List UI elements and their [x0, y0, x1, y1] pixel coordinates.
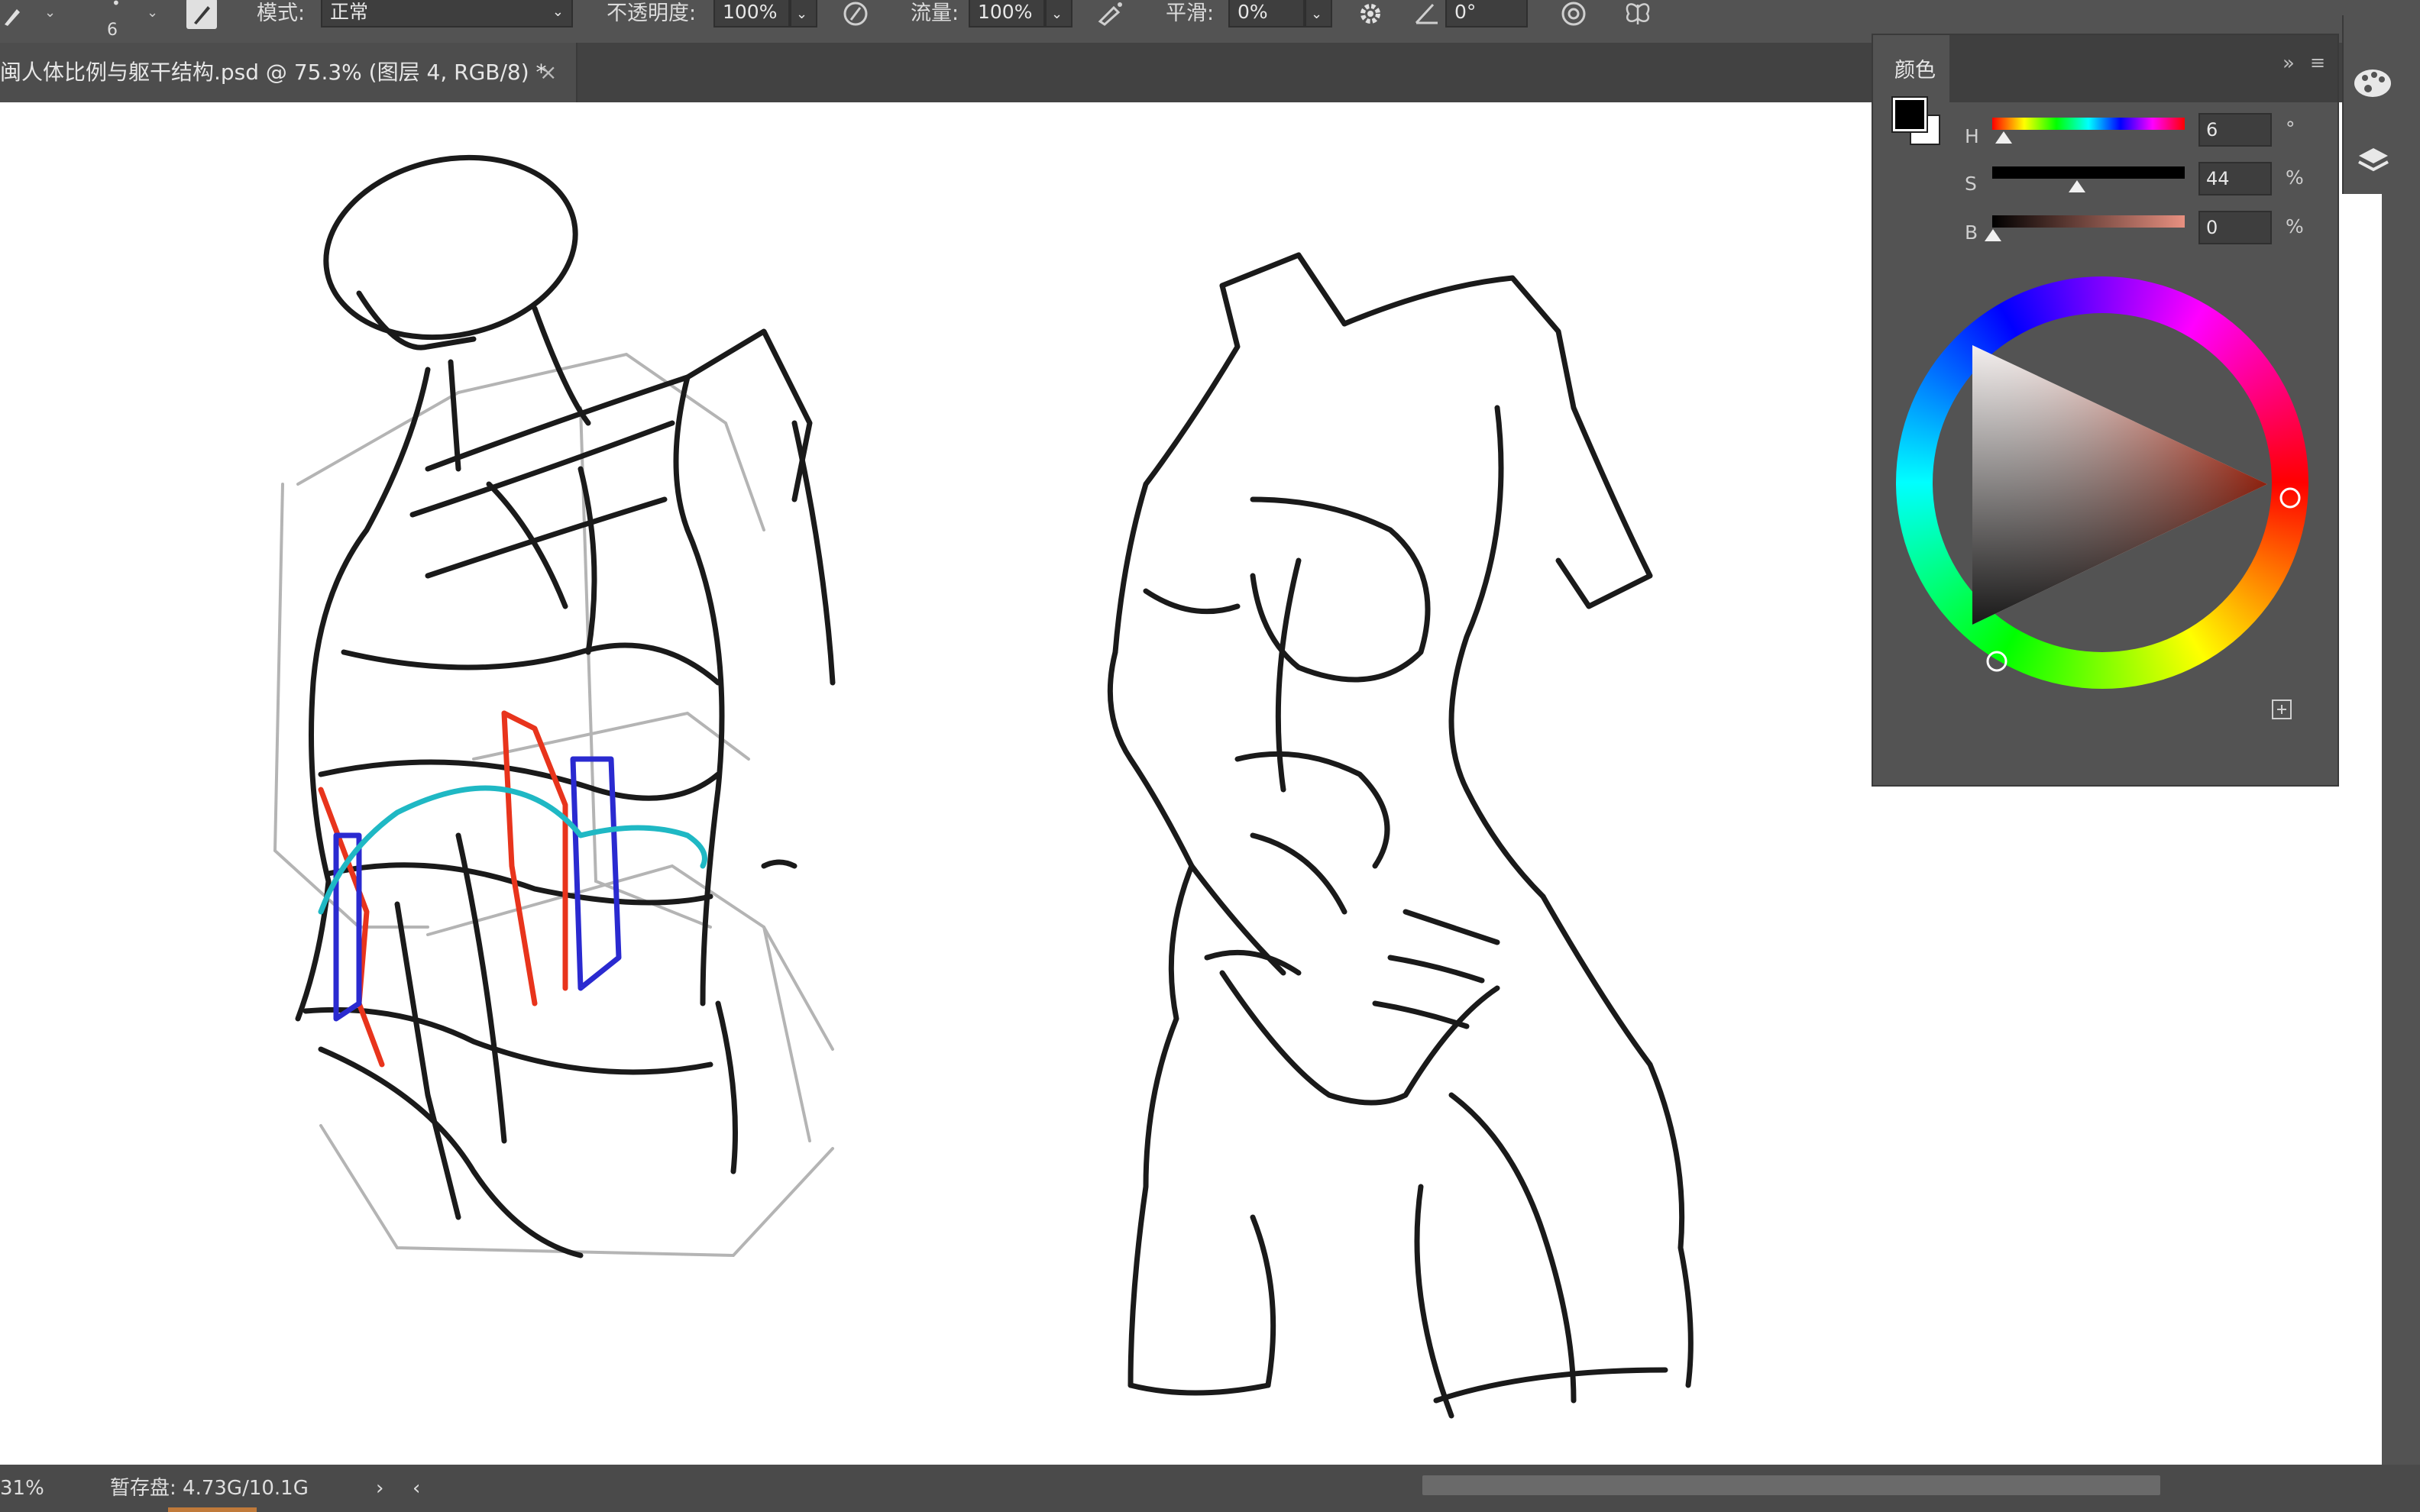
- angle-icon: [1415, 3, 1438, 24]
- right-panel-dock: [2342, 15, 2420, 194]
- hue-slider-track[interactable]: [1992, 118, 2185, 130]
- right-torso-sketch: [1107, 252, 1694, 1419]
- color-picker-marker[interactable]: [1986, 651, 2007, 672]
- color-panel-header: 颜色 » ≡: [1873, 35, 2338, 102]
- layers-icon[interactable]: [2354, 142, 2392, 180]
- smoothing-dropdown[interactable]: ⌄: [1305, 0, 1332, 27]
- scroll-left-arrow-icon[interactable]: ‹: [412, 1465, 420, 1512]
- tab-color[interactable]: 颜色: [1873, 35, 1949, 102]
- saturation-input[interactable]: 44: [2198, 162, 2272, 195]
- brush-icon[interactable]: [2, 0, 32, 29]
- horizontal-scrollbar[interactable]: [1422, 1475, 2160, 1495]
- zoom-level[interactable]: 31%: [0, 1465, 44, 1512]
- brush-tool-chevron-down-icon[interactable]: ⌄: [44, 5, 56, 21]
- status-info-arrow-icon[interactable]: ›: [376, 1465, 383, 1512]
- foreground-color-swatch[interactable]: [1891, 96, 1928, 133]
- document-tab[interactable]: 闽人体比例与躯干结构.psd @ 75.3% (图层 4, RGB/8) * ×: [0, 43, 578, 102]
- close-icon[interactable]: ×: [539, 43, 557, 102]
- brush-size-dot-icon: •: [112, 0, 121, 12]
- brightness-input[interactable]: 0: [2198, 211, 2272, 244]
- mode-select[interactable]: 正常 ⌄: [321, 0, 573, 27]
- symmetry-butterfly-icon[interactable]: [1622, 0, 1653, 29]
- brightness-label: B: [1965, 221, 1978, 244]
- flow-dropdown[interactable]: ⌄: [1045, 0, 1072, 27]
- angle-field[interactable]: 0°: [1445, 0, 1528, 27]
- scratch-disk-info: 暂存盘: 4.73G/10.1G: [110, 1477, 309, 1500]
- left-torso-sketch: [295, 154, 836, 1258]
- saturation-slider-track[interactable]: [1992, 166, 2185, 179]
- hue-label: H: [1965, 125, 1979, 147]
- settings-gear-icon[interactable]: [1355, 0, 1386, 29]
- saturation-brightness-triangle[interactable]: [1896, 276, 2308, 689]
- flow-chevron-down-icon: ⌄: [1051, 6, 1063, 22]
- opacity-label: 不透明度:: [607, 2, 697, 25]
- flow-field[interactable]: 100%: [969, 0, 1045, 27]
- mode-label: 模式:: [257, 2, 306, 25]
- brightness-slider-track[interactable]: [1992, 215, 2185, 228]
- flow-value: 100%: [978, 1, 1033, 23]
- color-tab-label: 颜色: [1894, 59, 1936, 82]
- brightness-value: 0: [2206, 217, 2218, 238]
- progress-indicator: [168, 1507, 257, 1512]
- saturation-label: S: [1965, 173, 1977, 195]
- mode-chevron-down-icon: ⌄: [552, 4, 564, 20]
- brush-picker-chevron-down-icon[interactable]: ⌄: [147, 5, 158, 21]
- angle-value: 0°: [1454, 1, 1477, 23]
- brightness-unit: %: [2286, 215, 2304, 237]
- panel-menu-icon[interactable]: ≡: [2310, 52, 2325, 73]
- saturation-slider-thumb[interactable]: [2069, 180, 2085, 192]
- smoothing-label: 平滑:: [1166, 2, 1215, 25]
- smoothing-field[interactable]: 0%: [1228, 0, 1305, 27]
- brush-preset-icon[interactable]: [186, 0, 217, 29]
- brush-size-value[interactable]: 6: [107, 17, 118, 44]
- saturation-value: 44: [2206, 168, 2230, 189]
- hue-ring-marker[interactable]: [2279, 487, 2301, 509]
- pressure-opacity-icon[interactable]: [840, 0, 871, 29]
- mode-select-value: 正常: [330, 1, 369, 23]
- opacity-chevron-down-icon: ⌄: [796, 6, 808, 22]
- brightness-slider-thumb[interactable]: [1985, 229, 2001, 241]
- flow-label: 流量:: [911, 2, 959, 25]
- pressure-size-icon[interactable]: [1558, 0, 1589, 29]
- hue-input[interactable]: 6: [2198, 113, 2272, 147]
- airbrush-icon[interactable]: [1095, 0, 1126, 29]
- opacity-dropdown[interactable]: ⌄: [790, 0, 817, 27]
- opacity-value: 100%: [723, 1, 778, 23]
- smoothing-value: 0%: [1238, 1, 1268, 23]
- hue-unit: °: [2286, 118, 2295, 140]
- palette-icon[interactable]: [2351, 64, 2397, 102]
- document-tab-title: 闽人体比例与躯干结构.psd @ 75.3% (图层 4, RGB/8) *: [0, 60, 547, 85]
- opacity-field[interactable]: 100%: [713, 0, 790, 27]
- color-panel: 颜色 » ≡ H 6 ° S 44 % B 0 %: [1872, 34, 2339, 787]
- saturation-unit: %: [2286, 166, 2304, 189]
- panel-collapse-icon[interactable]: »: [2282, 52, 2295, 75]
- smoothing-chevron-down-icon: ⌄: [1311, 6, 1323, 22]
- hue-slider-thumb[interactable]: [1995, 131, 2012, 144]
- status-bar: 31% 暂存盘: 4.73G/10.1G › ‹: [0, 1465, 2420, 1512]
- hue-value: 6: [2206, 119, 2218, 141]
- construction-lines: [273, 352, 834, 1258]
- new-swatch-icon[interactable]: [2270, 698, 2293, 721]
